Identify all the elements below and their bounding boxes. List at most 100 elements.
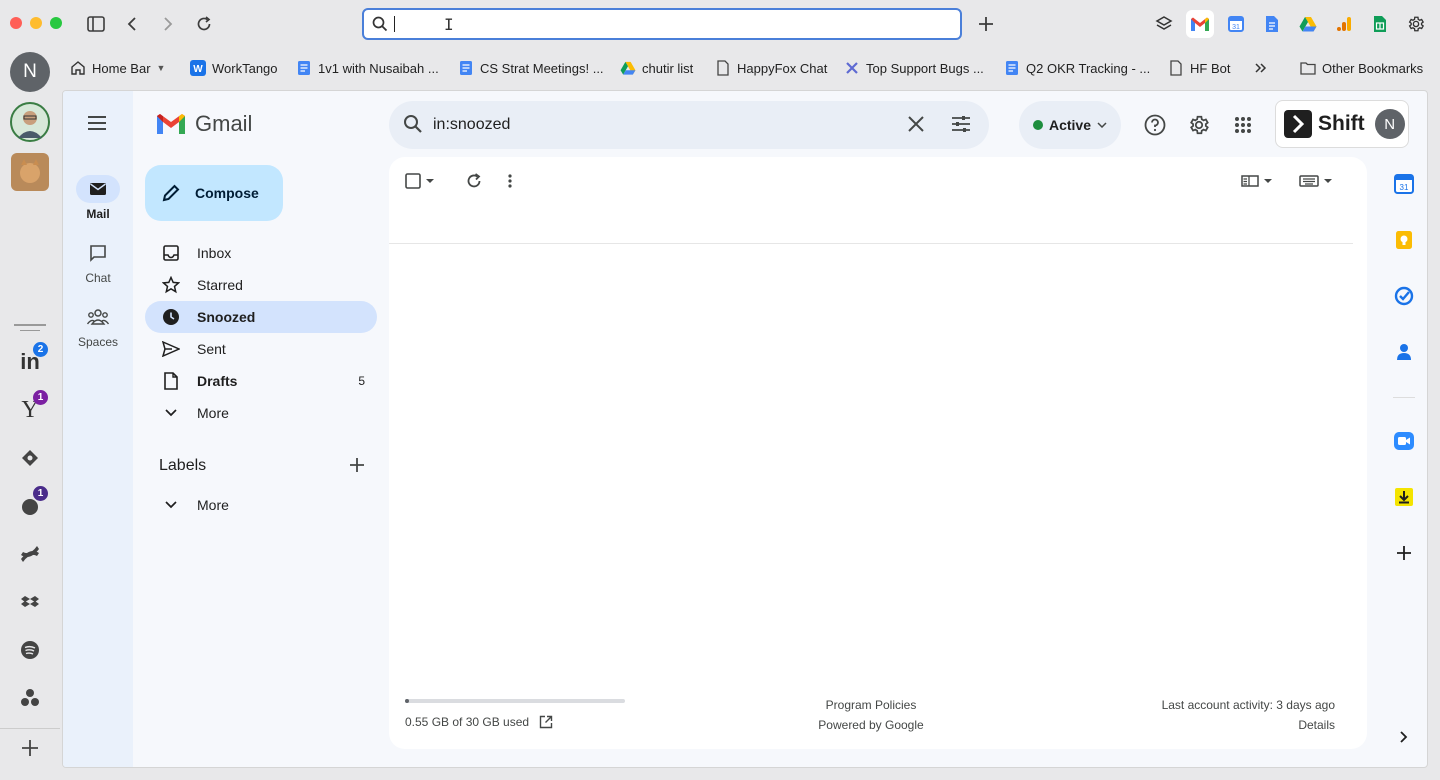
apps-grid-icon[interactable] (1231, 113, 1255, 137)
rail-mail[interactable]: Mail (63, 175, 133, 221)
caret-down-icon[interactable] (425, 178, 435, 184)
nav-drafts[interactable]: Drafts 5 (145, 365, 377, 397)
forward-icon[interactable] (156, 12, 180, 36)
back-icon[interactable] (120, 12, 144, 36)
nav-starred[interactable]: Starred (145, 269, 377, 301)
main-menu-icon[interactable] (85, 111, 109, 135)
profile-initial: N (10, 52, 50, 92)
gmail-tab-icon[interactable] (1186, 10, 1214, 38)
more-bookmarks-chevron-icon[interactable] (1254, 56, 1268, 80)
help-icon[interactable] (1143, 113, 1167, 137)
diamond-app-icon[interactable] (10, 438, 50, 478)
analytics-tab-icon[interactable] (1330, 10, 1358, 38)
bookmark-hf-bot[interactable]: HF Bot (1168, 56, 1230, 80)
keep-icon[interactable] (1388, 224, 1420, 256)
side-panel: 31 (1379, 91, 1427, 767)
add-app-icon[interactable] (10, 728, 50, 768)
sheets-tab-icon[interactable] (1366, 10, 1394, 38)
close-window-button[interactable] (10, 17, 22, 29)
bookmark-home-bar[interactable]: Home Bar ▼ (70, 56, 165, 80)
rail-spaces[interactable]: Spaces (63, 303, 133, 349)
search-options-icon[interactable] (951, 115, 971, 133)
new-tab-icon[interactable] (974, 12, 998, 36)
open-in-new-icon[interactable] (539, 715, 553, 729)
bookmark-label: chutir list (642, 60, 694, 76)
text-cursor-icon: I (444, 15, 454, 34)
bookmark-label: HappyFox Chat (737, 60, 828, 76)
compose-button[interactable]: Compose (145, 165, 283, 221)
bookmark-1v1-nusaibah[interactable]: 1v1 with Nusaibah ... (296, 56, 439, 80)
linkedin-app-icon[interactable]: in 2 (10, 342, 50, 382)
pencil-icon (161, 183, 181, 203)
cat-photo-app-icon[interactable] (10, 152, 50, 192)
user-photo-avatar[interactable] (10, 102, 50, 142)
sidebar-toggle-icon[interactable] (84, 12, 108, 36)
split-pane-toggle-icon[interactable] (1241, 171, 1273, 191)
layers-icon[interactable] (1150, 10, 1178, 38)
chat-bubble-app-icon[interactable]: 1 (10, 486, 50, 526)
add-addon-icon[interactable] (1388, 537, 1420, 569)
bookmark-chutir-list[interactable]: chutir list (620, 56, 693, 80)
nav-more[interactable]: More (145, 397, 377, 429)
zoom-icon[interactable] (1388, 425, 1420, 457)
more-options-icon[interactable] (507, 171, 513, 191)
contacts-icon[interactable] (1388, 336, 1420, 368)
minimize-window-button[interactable] (30, 17, 42, 29)
docs-tab-icon[interactable] (1258, 10, 1286, 38)
spotify-app-icon[interactable] (10, 630, 50, 670)
maximize-window-button[interactable] (50, 17, 62, 29)
clear-search-icon[interactable] (907, 115, 925, 133)
layers-stack-app-icon[interactable] (10, 582, 50, 622)
settings-gear-icon[interactable] (1402, 10, 1430, 38)
input-tools-keyboard-icon[interactable] (1299, 171, 1333, 191)
search-input[interactable]: in:snoozed (433, 116, 510, 134)
bookmark-label: Other Bookmarks (1322, 60, 1424, 76)
yahoo-app-icon[interactable]: Y 1 (10, 390, 50, 430)
calendar-icon[interactable]: 31 (1388, 168, 1420, 200)
download-icon[interactable] (1388, 481, 1420, 513)
reload-icon[interactable] (192, 12, 216, 36)
drive-tab-icon[interactable] (1294, 10, 1322, 38)
tasks-icon[interactable] (1388, 280, 1420, 312)
linear-icon (844, 60, 860, 76)
nav-inbox[interactable]: Inbox (145, 237, 377, 269)
address-bar[interactable]: I (362, 8, 962, 40)
create-label-icon[interactable] (349, 457, 365, 473)
nav-snoozed[interactable]: Snoozed (145, 301, 377, 333)
labels-heading: Labels (159, 457, 207, 474)
select-all-checkbox[interactable] (405, 171, 435, 191)
bookmark-label: Q2 OKR Tracking - ... (1026, 60, 1151, 76)
bookmark-cs-strat[interactable]: CS Strat Meetings! ... (458, 56, 604, 80)
doc-icon (1004, 60, 1020, 76)
notification-badge: 2 (33, 342, 48, 357)
search-icon[interactable] (403, 114, 423, 134)
bookmark-label: 1v1 with Nusaibah ... (318, 60, 439, 76)
status-dropdown[interactable]: Active (1019, 101, 1121, 149)
app-sidebar: N in 2 Y 1 1 (0, 48, 60, 780)
gmail-logo[interactable]: Gmail (155, 111, 252, 137)
settings-icon[interactable] (1187, 113, 1211, 137)
bookmark-other-bookmarks[interactable]: Other Bookmarks (1300, 56, 1423, 80)
page-icon (715, 60, 731, 76)
bookmark-top-support-bugs[interactable]: Top Support Bugs ... (844, 56, 984, 80)
confluence-app-icon[interactable] (10, 534, 50, 574)
clock-icon (161, 307, 181, 327)
rail-chat[interactable]: Chat (63, 239, 133, 285)
labels-more[interactable]: More (145, 489, 377, 521)
team-app-icon[interactable] (10, 678, 50, 718)
chevron-right-icon[interactable] (1388, 721, 1420, 753)
bookmark-q2-okr[interactable]: Q2 OKR Tracking - ... (1004, 56, 1150, 80)
profile-avatar[interactable]: N (10, 52, 50, 92)
page-icon (1168, 60, 1184, 76)
calendar-tab-icon[interactable]: 31 (1222, 10, 1250, 38)
refresh-icon[interactable] (465, 171, 483, 191)
bookmark-happyfox-chat[interactable]: HappyFox Chat (715, 56, 827, 80)
bookmark-worktango[interactable]: W WorkTango (190, 56, 278, 80)
doc-icon (296, 60, 312, 76)
details-link[interactable]: Details (1162, 715, 1335, 735)
program-policies-link[interactable]: Program Policies (789, 695, 953, 715)
caret-down-icon: ▼ (156, 63, 166, 73)
nav-label: More (197, 497, 229, 513)
nav-sent[interactable]: Sent (145, 333, 377, 365)
mail-search-bar[interactable]: in:snoozed (389, 101, 989, 149)
